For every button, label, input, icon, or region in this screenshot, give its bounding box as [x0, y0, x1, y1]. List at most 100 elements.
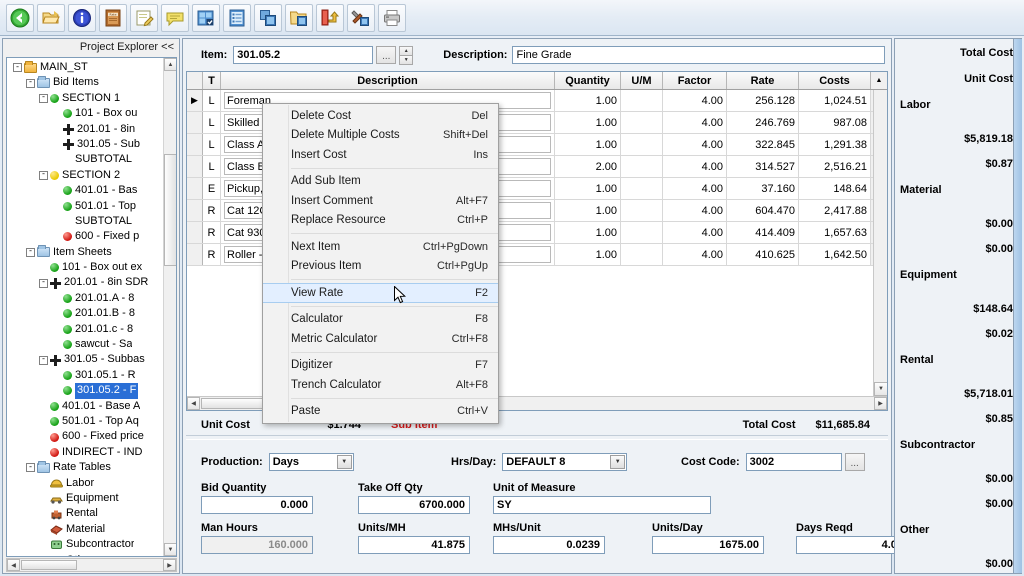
description-input[interactable]: Fine Grade: [512, 46, 885, 64]
chevron-down-icon[interactable]: ▼: [336, 455, 352, 469]
tree-vertical-scrollbar[interactable]: ▲ ▼: [163, 58, 176, 556]
cell-costs[interactable]: 1,642.50: [799, 244, 871, 265]
tree-node[interactable]: 401.01 - Bas: [7, 183, 162, 198]
tree-node[interactable]: 501.01 - Top: [7, 199, 162, 214]
cell-type[interactable]: R: [203, 200, 221, 221]
chevron-down-icon[interactable]: ▼: [610, 455, 626, 469]
context-menu-item[interactable]: Digitizer F7: [263, 356, 498, 376]
tree-node[interactable]: Rental: [7, 506, 162, 521]
cell-rate[interactable]: 314.527: [727, 156, 799, 177]
cell-type[interactable]: L: [203, 112, 221, 133]
tree-scroll-up-icon[interactable]: ▲: [164, 58, 176, 71]
cell-quantity[interactable]: 1.00: [555, 222, 621, 243]
row-selector-cell[interactable]: [187, 244, 203, 265]
tree-node[interactable]: SUBTOTAL: [7, 214, 162, 229]
context-menu-item[interactable]: Delete Multiple Costs Shift+Del: [263, 126, 498, 146]
cell-factor[interactable]: 4.00: [663, 112, 727, 133]
cell-costs[interactable]: 2,516.21: [799, 156, 871, 177]
cell-costs[interactable]: 2,417.88: [799, 200, 871, 221]
tree-node[interactable]: 201.01 - 8in: [7, 122, 162, 137]
cell-factor[interactable]: 4.00: [663, 178, 727, 199]
cell-quantity[interactable]: 1.00: [555, 90, 621, 111]
tree-node[interactable]: 301.05.1 - R: [7, 368, 162, 383]
row-selector-cell[interactable]: [187, 222, 203, 243]
cell-factor[interactable]: 4.00: [663, 134, 727, 155]
tree-node[interactable]: 600 - Fixed price: [7, 429, 162, 444]
units-mh-input[interactable]: 41.875: [358, 536, 470, 554]
tree-node[interactable]: 101 - Box out ex: [7, 260, 162, 275]
item-input[interactable]: 301.05.2: [233, 46, 374, 64]
context-menu-item[interactable]: Calculator F8: [263, 310, 498, 330]
grid-scroll-up-icon[interactable]: ▲: [871, 72, 887, 89]
cost-code-browse-button[interactable]: ...: [844, 453, 865, 471]
context-menu-item[interactable]: Paste Ctrl+V: [263, 402, 498, 422]
context-menu-item[interactable]: Replace Resource Ctrl+P: [263, 211, 498, 231]
print-button[interactable]: [378, 3, 406, 32]
edit-note-button[interactable]: [130, 3, 158, 32]
row-selector-cell[interactable]: [187, 112, 203, 133]
mhs-unit-input[interactable]: 0.0239: [493, 536, 605, 554]
cell-rate[interactable]: 410.625: [727, 244, 799, 265]
cell-costs[interactable]: 1,024.51: [799, 90, 871, 111]
project-tree[interactable]: - MAIN_ST - Bid Items - SECTION 1 101 - Box ou…: [7, 59, 162, 556]
rate-book-button[interactable]: Rate: [99, 3, 127, 32]
tree-expander-toggle[interactable]: -: [13, 63, 22, 73]
tree-node[interactable]: 201.01.c - 8: [7, 322, 162, 337]
tree-scroll-thumb[interactable]: [164, 154, 176, 266]
cell-quantity[interactable]: 1.00: [555, 178, 621, 199]
cell-factor[interactable]: 4.00: [663, 200, 727, 221]
cell-um[interactable]: [621, 244, 663, 265]
cell-rate[interactable]: 604.470: [727, 200, 799, 221]
cell-costs[interactable]: 1,657.63: [799, 222, 871, 243]
cell-um[interactable]: [621, 222, 663, 243]
context-menu-item[interactable]: Next Item Ctrl+PgDown: [263, 237, 498, 257]
cost-summary-scrollbar[interactable]: [1013, 39, 1022, 573]
cell-rate[interactable]: 414.409: [727, 222, 799, 243]
cell-factor[interactable]: 4.00: [663, 244, 727, 265]
project-explorer-title[interactable]: Project Explorer <<: [3, 39, 179, 55]
folder-items-button[interactable]: [285, 3, 313, 32]
tree-node[interactable]: Subcontractor: [7, 537, 162, 552]
column-header-t[interactable]: T: [203, 72, 221, 89]
grid-context-menu[interactable]: Delete Cost Del Delete Multiple Costs Shift…: [262, 103, 499, 424]
tree-node[interactable]: - Item Sheets: [7, 245, 162, 260]
cell-factor[interactable]: 4.00: [663, 156, 727, 177]
hrs-day-select[interactable]: DEFAULT 8 ▼: [502, 453, 628, 471]
column-header-costs[interactable]: Costs: [799, 72, 871, 89]
units-day-input[interactable]: 1675.00: [652, 536, 764, 554]
tree-hscroll-thumb[interactable]: [21, 560, 77, 570]
cell-rate[interactable]: 256.128: [727, 90, 799, 111]
grid-hscroll-right-icon[interactable]: ▶: [874, 397, 887, 410]
tree-node[interactable]: Other: [7, 553, 162, 557]
item-spinner-down-icon[interactable]: ▼: [399, 55, 414, 65]
item-browse-button[interactable]: ...: [376, 46, 397, 64]
cell-quantity[interactable]: 2.00: [555, 156, 621, 177]
grid-scroll-down-icon[interactable]: ▼: [874, 382, 887, 396]
back-button[interactable]: [6, 3, 34, 32]
cell-quantity[interactable]: 1.00: [555, 112, 621, 133]
item-spinner-up-icon[interactable]: ▲: [399, 45, 414, 56]
tree-expander-toggle[interactable]: -: [26, 463, 35, 473]
cell-um[interactable]: [621, 90, 663, 111]
tree-node[interactable]: - 301.05 - Subbas: [7, 352, 162, 367]
cell-quantity[interactable]: 1.00: [555, 244, 621, 265]
cell-factor[interactable]: 4.00: [663, 222, 727, 243]
cell-type[interactable]: L: [203, 134, 221, 155]
tree-node[interactable]: - SECTION 1: [7, 91, 162, 106]
row-selector-cell[interactable]: [187, 178, 203, 199]
tree-node[interactable]: Labor: [7, 476, 162, 491]
take-off-qty-input[interactable]: 6700.000: [358, 496, 470, 514]
context-menu-item[interactable]: Insert Comment Alt+F7: [263, 191, 498, 211]
context-menu-item[interactable]: View Rate F2: [263, 283, 498, 303]
row-selector-cell[interactable]: [187, 134, 203, 155]
cell-costs[interactable]: 987.08: [799, 112, 871, 133]
cell-rate[interactable]: 322.845: [727, 134, 799, 155]
cell-costs[interactable]: 148.64: [799, 178, 871, 199]
tree-node[interactable]: 401.01 - Base A: [7, 399, 162, 414]
tree-expander-toggle[interactable]: -: [39, 93, 48, 103]
tree-node[interactable]: Material: [7, 522, 162, 537]
column-header-quantity[interactable]: Quantity: [555, 72, 621, 89]
cell-rate[interactable]: 37.160: [727, 178, 799, 199]
tree-node[interactable]: Equipment: [7, 491, 162, 506]
item-sheets-button[interactable]: [223, 3, 251, 32]
